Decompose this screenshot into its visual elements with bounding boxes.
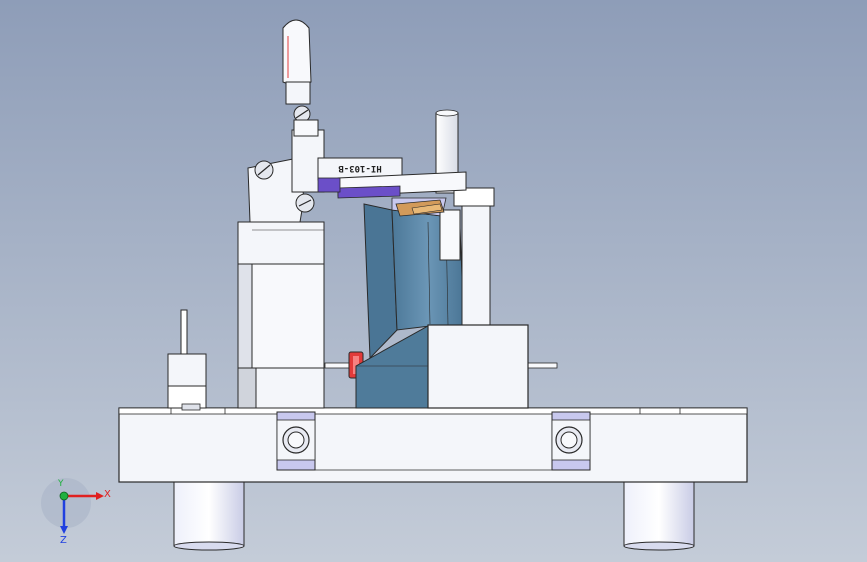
base-plate: [118, 407, 748, 483]
triad-z-label: Z: [60, 535, 67, 546]
part-engraving: HI-103-B: [338, 163, 382, 173]
locator-post-left: [167, 309, 207, 411]
triad-y-label: Y: [57, 479, 64, 489]
toggle-clamp-body: [247, 105, 325, 223]
fixture-assembly-drawing: HI-103-B X Y Z: [41, 19, 748, 551]
bushing-left: [276, 411, 316, 471]
coordinate-triad: X Y Z: [41, 478, 111, 546]
triad-y-axis: [59, 491, 69, 501]
bushing-right: [551, 411, 591, 471]
clamp-column: [237, 221, 325, 409]
base-foot-left: [173, 479, 245, 551]
cad-viewport[interactable]: HI-103-B X Y Z: [0, 0, 867, 562]
triad-x-label: X: [104, 489, 111, 500]
base-foot-right: [623, 479, 695, 551]
toggle-clamp-handle: [282, 19, 312, 105]
